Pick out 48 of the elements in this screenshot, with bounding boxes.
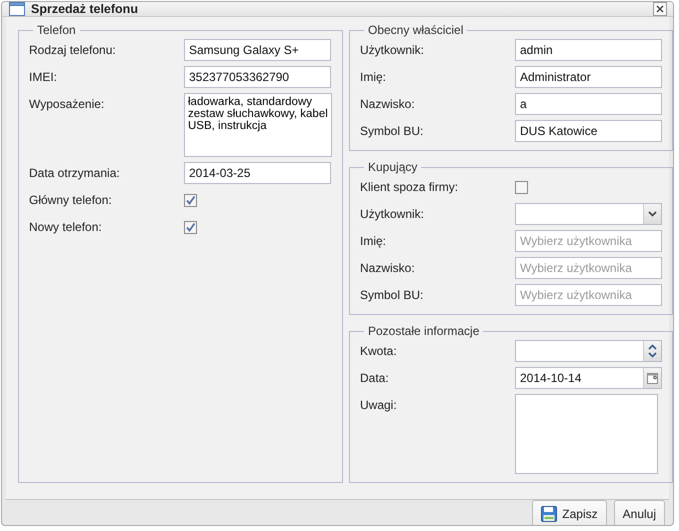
window-icon	[9, 2, 25, 16]
input-field[interactable]: Samsung Galaxy S+	[184, 39, 331, 61]
close-button[interactable]	[653, 2, 667, 16]
field-label: Rodzaj telefonu:	[29, 43, 117, 57]
input-field[interactable]: Wybierz użytkownika	[515, 230, 662, 252]
field-label: Nazwisko:	[360, 261, 416, 275]
field-label: Kwota:	[360, 344, 398, 358]
text-area[interactable]: ładowarka, standardowy zestaw słuchawkowy, kabel USB, instrukcja	[184, 93, 332, 157]
input-field[interactable]: 352377053362790	[184, 66, 331, 88]
checkbox[interactable]	[184, 220, 197, 234]
input-field[interactable]: DUS Katowice	[515, 120, 662, 142]
chevron-down-icon	[648, 211, 657, 217]
field-label: Nazwisko:	[360, 97, 416, 111]
checkbox[interactable]	[515, 180, 528, 194]
section-legend: Pozostałe informacje	[364, 324, 484, 338]
field-label: Użytkownik:	[360, 43, 426, 57]
text-area[interactable]	[515, 394, 658, 474]
field-label: Symbol BU:	[360, 124, 424, 138]
field-label: Użytkownik:	[360, 207, 426, 221]
window-title: Sprzedaż telefonu	[31, 2, 139, 16]
input-field[interactable]: Wybierz użytkownika	[515, 284, 662, 306]
field-label: Imię:	[360, 234, 388, 248]
input-field[interactable]: Wybierz użytkownika	[515, 257, 662, 279]
field-label: Symbol BU:	[360, 288, 424, 302]
field-label: Nowy telefon:	[29, 220, 103, 234]
number-field[interactable]	[515, 340, 662, 362]
dropdown-field[interactable]	[515, 203, 662, 225]
field-label: Imię:	[360, 70, 388, 84]
calendar-icon	[647, 372, 658, 384]
field-label: Klient spoza firmy:	[360, 180, 460, 194]
input-field[interactable]: 2014-03-25	[184, 162, 331, 184]
section-legend: Telefon	[33, 23, 80, 37]
field-label: Wyposażenie:	[29, 96, 106, 111]
field-label: Uwagi:	[360, 397, 398, 412]
date-field[interactable]: 2014-10-14	[515, 367, 662, 389]
input-field[interactable]: Administrator	[515, 66, 662, 88]
field-label: IMEI:	[29, 70, 58, 84]
input-field[interactable]: a	[515, 93, 662, 115]
section-legend: Kupujący	[364, 160, 422, 174]
input-field[interactable]: admin	[515, 39, 662, 61]
field-label: Główny telefon:	[29, 193, 113, 207]
save-button[interactable]: Zapisz	[532, 500, 607, 525]
cancel-button[interactable]: Anuluj	[614, 500, 665, 525]
checkbox[interactable]	[184, 194, 197, 206]
close-icon	[656, 5, 664, 13]
section-legend: Obecny właściciel	[364, 23, 468, 37]
field-label: Data:	[360, 371, 390, 385]
field-label: Data otrzymania:	[29, 166, 121, 180]
